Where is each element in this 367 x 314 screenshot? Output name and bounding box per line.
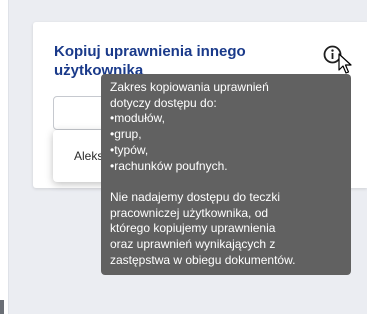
info-icon[interactable] [323, 45, 342, 64]
tooltip-list-item: •modułów, [110, 111, 165, 126]
side-panel [0, 0, 9, 314]
tooltip-text: Zakres kopiowania uprawnień [110, 80, 269, 94]
tooltip-list-item: •typów, [110, 142, 149, 157]
tooltip-text: dotyczy dostępu do: [110, 95, 217, 110]
tooltip-note: zastępstwa w obiegu dokumentów. [110, 252, 296, 267]
tooltip-note: pracowniczej użytkownika, od [110, 205, 269, 220]
info-tooltip: Zakres kopiowania uprawnień dotyczy dost… [101, 74, 351, 275]
tooltip-list-item: •rachunków poufnych. [110, 158, 228, 173]
tooltip-list-item: •grup, [110, 127, 142, 142]
tooltip-spacer [110, 174, 341, 190]
tooltip-note: którego kopiujemy uprawnienia [110, 221, 276, 236]
tooltip-note: oraz uprawnień wynikających z [110, 237, 276, 252]
scrollbar-thumb[interactable] [0, 300, 4, 314]
tooltip-note: Nie nadajemy dostępu do teczki [110, 189, 281, 204]
dropdown-option[interactable]: Aleks [74, 149, 103, 163]
